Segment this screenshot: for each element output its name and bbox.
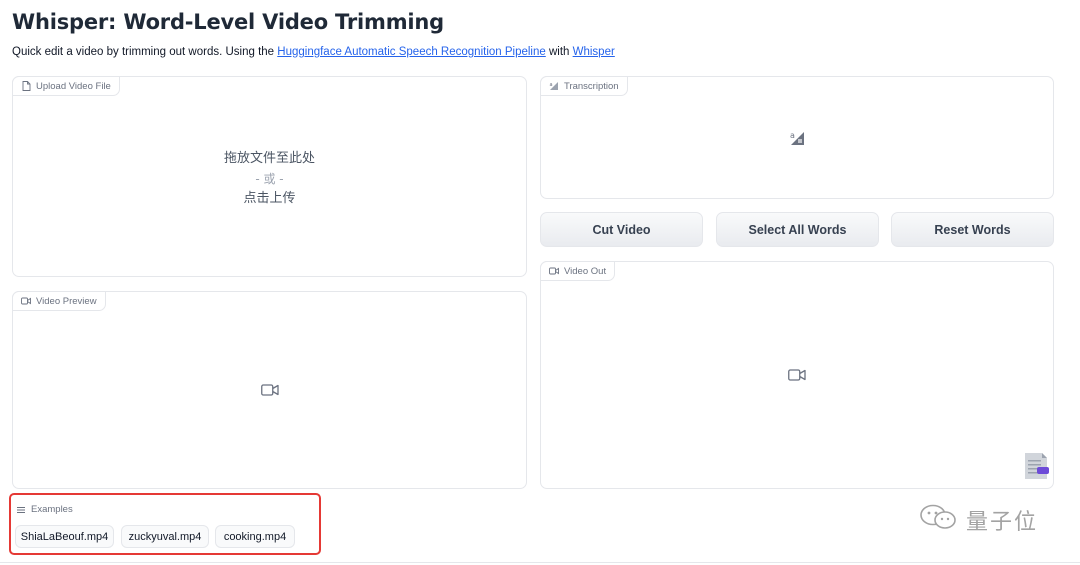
video-out-label: Video Out	[540, 261, 616, 281]
video-preview-placeholder-icon	[260, 384, 279, 397]
transcription-placeholder-icon: a	[789, 130, 805, 146]
drop-text: 拖放文件至此处	[223, 151, 315, 166]
video-preview-label: Video Preview	[12, 291, 106, 311]
page-title: Whisper: Word-Level Video Trimming	[12, 10, 444, 34]
huggingface-pipeline-link[interactable]: Huggingface Automatic Speech Recognition…	[277, 46, 546, 58]
select-all-words-button[interactable]: Select All Words	[716, 212, 879, 247]
reset-words-button[interactable]: Reset Words	[891, 212, 1054, 247]
document-badge-icon[interactable]	[1023, 452, 1051, 485]
description-mid: with	[545, 46, 573, 58]
example-item-cooking[interactable]: cooking.mp4	[215, 525, 295, 548]
file-icon	[21, 81, 31, 91]
example-item-zuckyuval[interactable]: zuckyuval.mp4	[121, 525, 209, 548]
watermark: 量子位	[918, 503, 1038, 536]
cut-video-button[interactable]: Cut Video	[540, 212, 703, 247]
whisper-link[interactable]: Whisper	[573, 46, 615, 58]
video-preview-panel: Video Preview	[12, 291, 527, 489]
upload-video-label: Upload Video File	[12, 76, 120, 96]
upload-dropzone[interactable]: 拖放文件至此处 - 或 - 点击上传	[13, 149, 526, 209]
transcription-panel: a Transcription a	[540, 76, 1054, 199]
video-out-label-text: Video Out	[564, 265, 607, 277]
svg-text:a: a	[550, 82, 553, 88]
description-prefix: Quick edit a video by trimming out words…	[12, 46, 278, 58]
example-item-shialabeouf[interactable]: ShiaLaBeouf.mp4	[15, 525, 114, 548]
list-icon	[16, 505, 26, 515]
video-out-panel: Video Out	[540, 261, 1054, 489]
bottom-divider	[0, 562, 1080, 563]
upload-video-panel[interactable]: Upload Video File 拖放文件至此处 - 或 - 点击上传	[12, 76, 527, 277]
video-preview-label-text: Video Preview	[36, 295, 97, 307]
transcription-label: a Transcription	[540, 76, 628, 96]
text-image-icon: a	[549, 81, 559, 91]
wechat-icon	[918, 503, 960, 536]
watermark-text: 量子位	[966, 509, 1039, 535]
examples-label: Examples	[16, 504, 73, 515]
page-description: Quick edit a video by trimming out words…	[12, 46, 615, 58]
examples-label-text: Examples	[31, 504, 73, 515]
svg-text:a: a	[790, 131, 795, 140]
video-out-placeholder-icon	[788, 369, 806, 382]
video-camera-icon	[549, 266, 559, 276]
transcription-label-text: Transcription	[564, 80, 619, 92]
click-upload-text: 点击上传	[243, 191, 296, 206]
or-text: - 或 -	[255, 172, 284, 186]
examples-section: Examples ShiaLaBeouf.mp4 zuckyuval.mp4 c…	[9, 493, 321, 555]
upload-video-label-text: Upload Video File	[36, 80, 111, 92]
video-camera-icon	[21, 296, 31, 306]
